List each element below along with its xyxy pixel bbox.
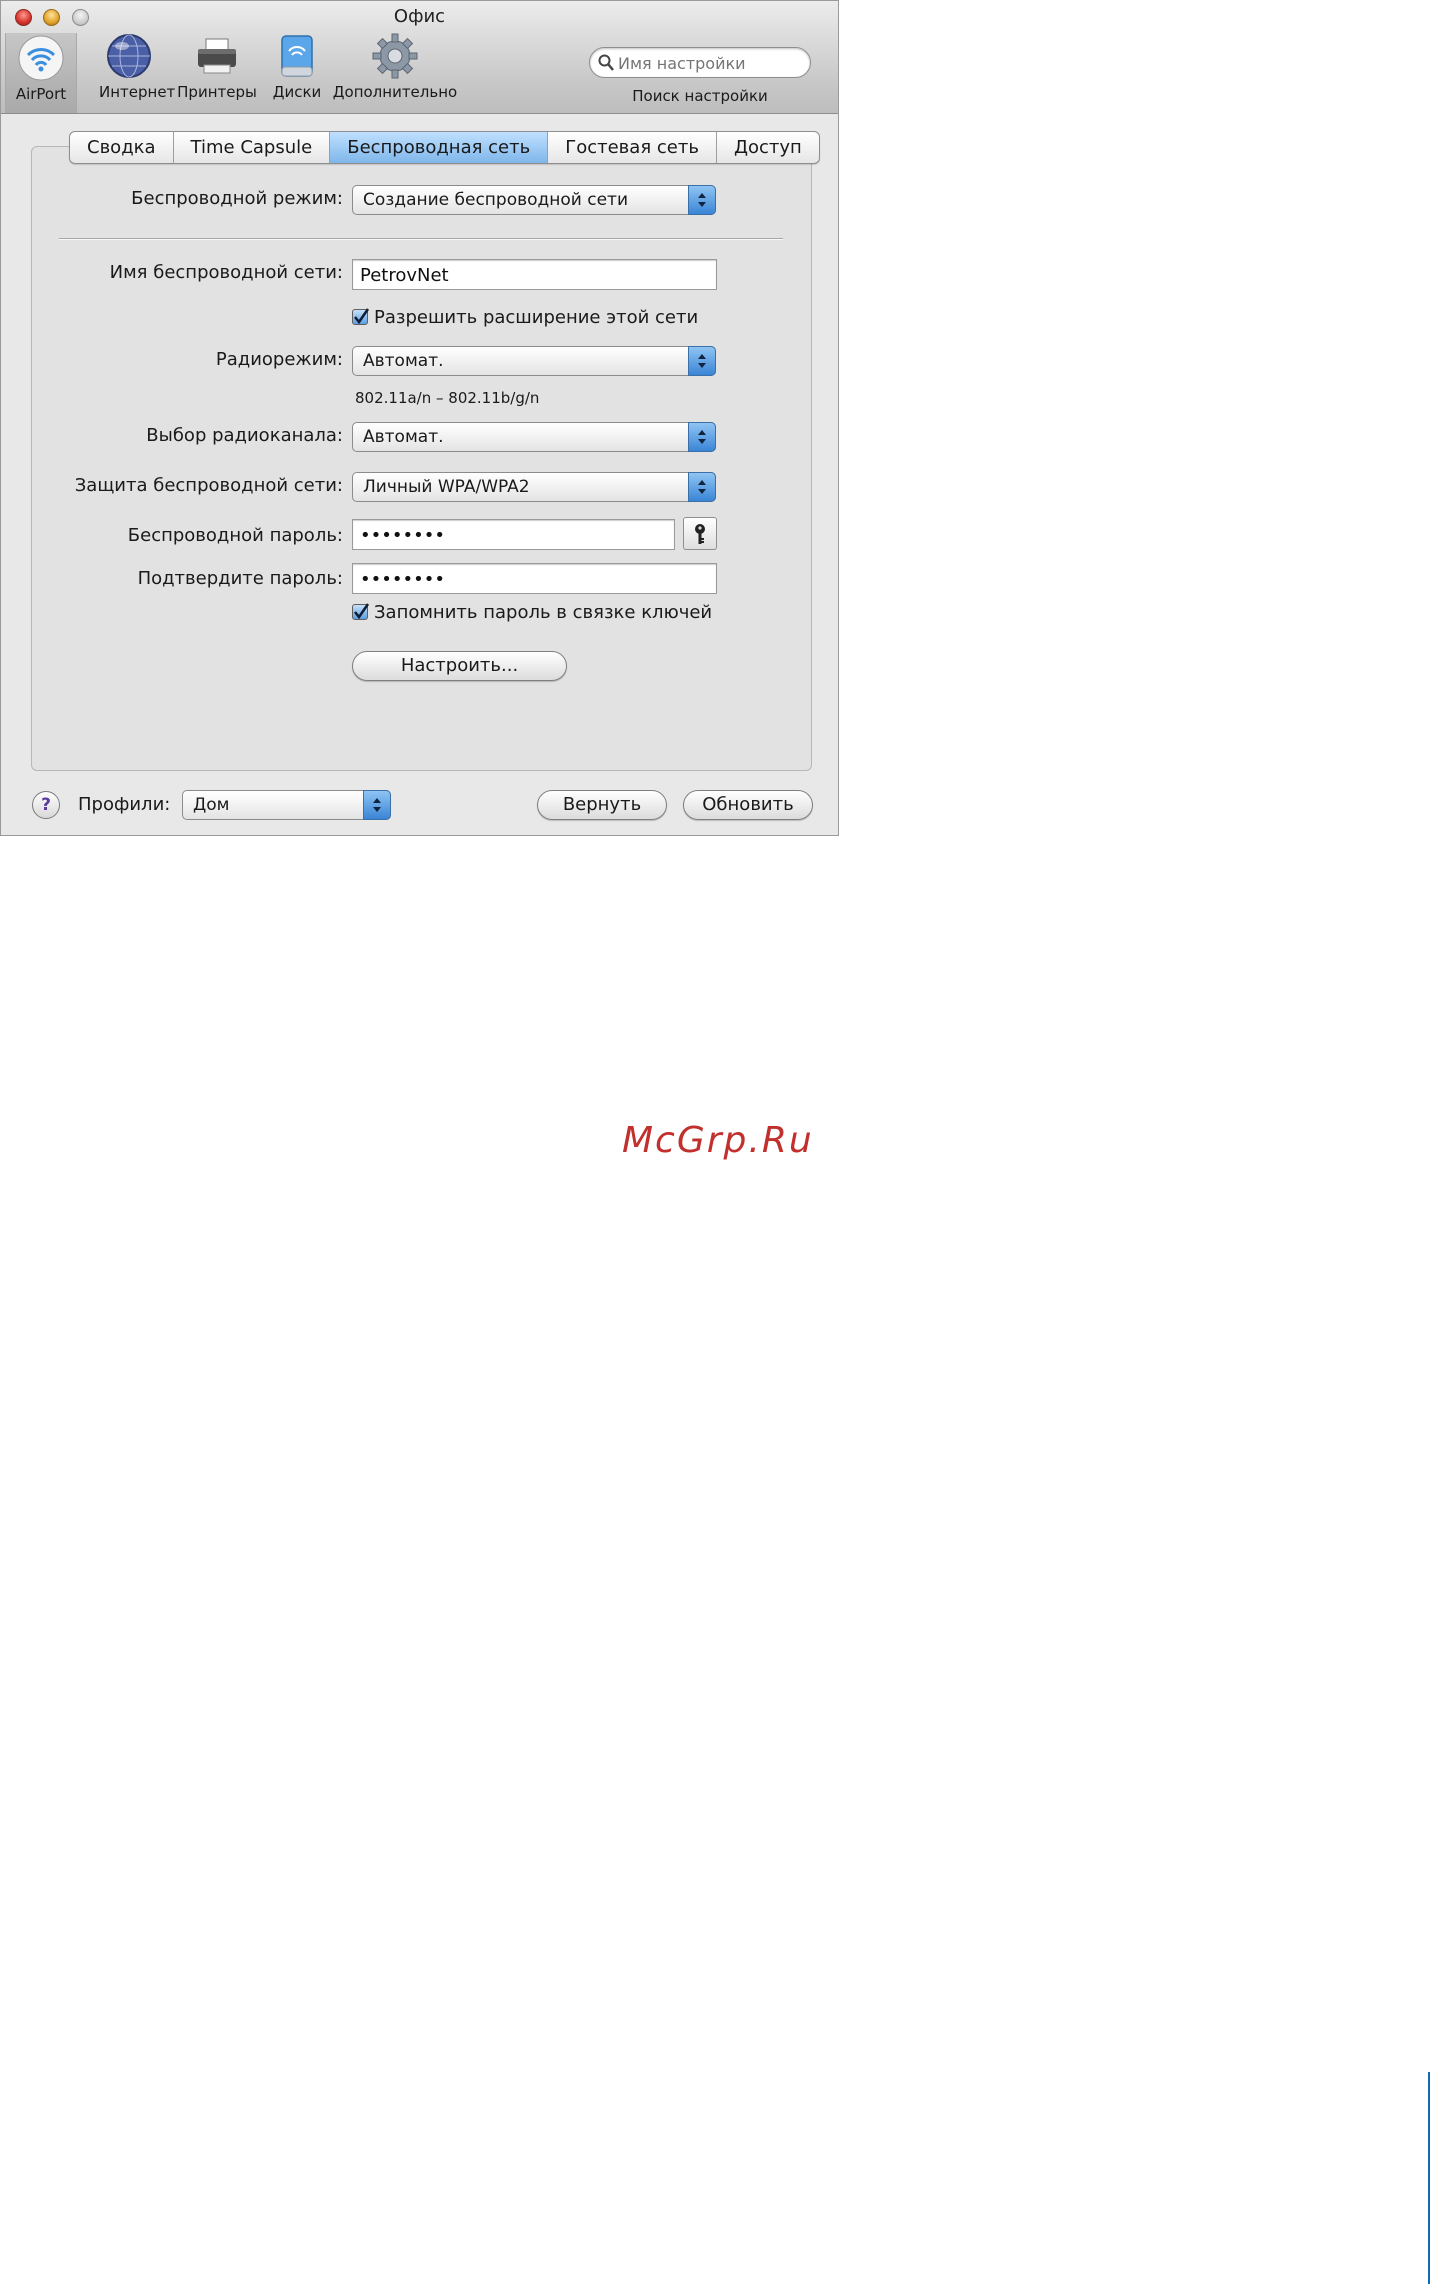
radio-mode-value: Автомат. xyxy=(363,351,444,371)
key-icon xyxy=(695,524,705,544)
wireless-mode-label: Беспроводной режим: xyxy=(131,188,343,209)
allow-extend-label: Разрешить расширение этой сети xyxy=(374,306,699,328)
revert-button[interactable]: Вернуть xyxy=(537,790,667,820)
search-caption: Поиск настройки xyxy=(632,87,768,105)
network-name-label: Имя беспроводной сети: xyxy=(109,262,343,283)
wireless-mode-value: Создание беспроводной сети xyxy=(363,190,629,210)
update-button[interactable]: Обновить xyxy=(683,790,813,820)
search-icon xyxy=(598,54,614,71)
remember-keychain-checkbox[interactable]: Запомнить пароль в связке ключей xyxy=(352,601,712,623)
password-label: Беспроводной пароль: xyxy=(127,525,343,546)
checkmark-icon xyxy=(354,603,370,620)
updown-arrow-icon xyxy=(698,480,706,494)
remember-keychain-label: Запомнить пароль в связке ключей xyxy=(374,601,713,623)
keychain-button[interactable] xyxy=(683,517,717,550)
gear-icon xyxy=(372,33,418,79)
confirm-password-input[interactable] xyxy=(358,567,712,591)
radio-channel-label: Выбор радиоканала: xyxy=(146,425,343,446)
security-value: Личный WPA/WPA2 xyxy=(363,477,530,497)
tab-access[interactable]: Доступ xyxy=(717,132,819,163)
confirm-password-label: Подтвердите пароль: xyxy=(137,568,343,589)
allow-extend-checkbox[interactable]: Разрешить расширение этой сети xyxy=(352,306,698,328)
checkmark-icon xyxy=(354,308,370,325)
watermark: McGrp.Ru xyxy=(622,1120,814,1161)
airport-utility-window: Офис AirPort Интернет Принтеры Диски Доп… xyxy=(0,0,839,836)
updown-arrow-icon xyxy=(698,193,706,207)
radio-channel-popup[interactable]: Автомат. xyxy=(352,422,716,452)
toolbar-label: Дополнительно xyxy=(332,83,458,101)
network-name-input[interactable] xyxy=(358,263,712,287)
profiles-label: Профили: xyxy=(78,794,171,815)
form-labels: Беспроводной режим: Имя беспроводной сет… xyxy=(1,1,343,835)
search-input[interactable] xyxy=(616,51,805,75)
security-popup[interactable]: Личный WPA/WPA2 xyxy=(352,472,716,502)
profile-value: Дом xyxy=(193,795,230,815)
password-input[interactable] xyxy=(358,523,670,547)
updown-arrow-icon xyxy=(698,430,706,444)
network-name-field[interactable] xyxy=(352,259,717,290)
wireless-mode-popup[interactable]: Создание беспроводной сети xyxy=(352,185,716,215)
radio-channel-value: Автомат. xyxy=(363,427,444,447)
tab-guest-network[interactable]: Гостевая сеть xyxy=(548,132,717,163)
configure-button[interactable]: Настроить... xyxy=(352,651,567,681)
section-divider xyxy=(59,238,783,240)
password-field[interactable] xyxy=(352,519,675,550)
updown-arrow-icon xyxy=(373,798,381,812)
help-button[interactable]: ? xyxy=(32,791,60,819)
radio-mode-label: Радиорежим: xyxy=(215,349,343,370)
updown-arrow-icon xyxy=(698,354,706,368)
toolbar-advanced[interactable]: Дополнительно xyxy=(329,31,461,101)
radio-mode-note: 802.11a/n – 802.11b/g/n xyxy=(355,389,540,407)
radio-mode-popup[interactable]: Автомат. xyxy=(352,346,716,376)
search-field[interactable] xyxy=(589,47,811,78)
confirm-password-field[interactable] xyxy=(352,563,717,594)
tab-wireless[interactable]: Беспроводная сеть xyxy=(330,132,549,163)
security-label: Защита беспроводной сети: xyxy=(74,475,343,496)
profiles-popup[interactable]: Дом xyxy=(182,790,391,820)
